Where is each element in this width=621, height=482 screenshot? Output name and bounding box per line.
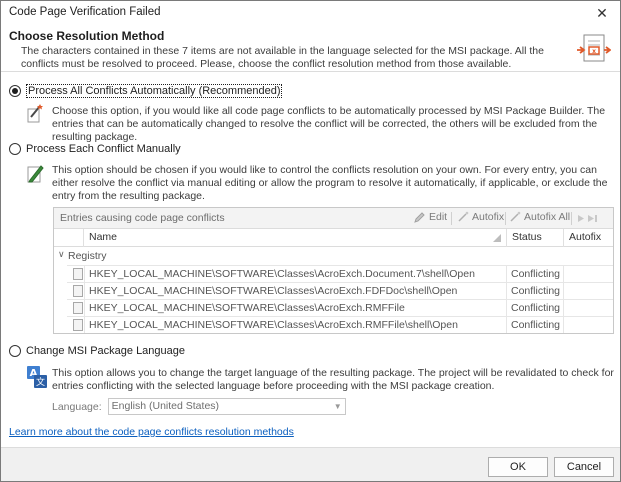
radio-manual[interactable]: [9, 143, 21, 155]
ok-button[interactable]: OK: [488, 457, 548, 477]
toolbar-divider: [451, 212, 452, 225]
autofix-all-button[interactable]: Autofix All: [509, 211, 570, 223]
option-auto[interactable]: Process All Conflicts Automatically (Rec…: [9, 84, 283, 98]
magic-wand-icon: [27, 104, 43, 123]
row-name: HKEY_LOCAL_MACHINE\SOFTWARE\Classes\Acro…: [84, 266, 507, 282]
table-row[interactable]: HKEY_LOCAL_MACHINE\SOFTWARE\Classes\Acro…: [67, 265, 613, 282]
table-row[interactable]: HKEY_LOCAL_MACHINE\SOFTWARE\Classes\Acro…: [67, 282, 613, 299]
row-autofix[interactable]: [564, 283, 613, 299]
option-auto-label[interactable]: Process All Conflicts Automatically (Rec…: [26, 84, 283, 98]
chevron-down-icon[interactable]: ∨: [58, 249, 65, 260]
autofix-column-header[interactable]: Autofix: [564, 229, 613, 247]
row-autofix[interactable]: [564, 266, 613, 282]
row-status: Conflicting: [507, 300, 564, 316]
language-row: Language: English (United States) ▼: [52, 398, 346, 415]
radio-auto[interactable]: [9, 85, 21, 97]
option-manual-label[interactable]: Process Each Conflict Manually: [26, 143, 181, 155]
name-column-header[interactable]: Name: [84, 229, 507, 247]
toolbar-divider: [505, 212, 506, 225]
autofix-all-icon: [510, 211, 521, 222]
name-column-label: Name: [89, 231, 118, 243]
registry-file-icon: [73, 302, 83, 314]
learn-more-link[interactable]: Learn more about the code page conflicts…: [9, 426, 294, 438]
edit-icon: [414, 212, 425, 223]
row-status: Conflicting: [507, 317, 564, 333]
resize-grip-icon: [493, 234, 501, 242]
group-label: Registry: [68, 250, 107, 262]
row-status: Conflicting: [507, 283, 564, 299]
radio-language[interactable]: [9, 345, 21, 357]
group-row-registry[interactable]: ∨ Registry: [54, 248, 613, 264]
cancel-button[interactable]: Cancel: [554, 457, 614, 477]
option-language-description: This option allows you to change the tar…: [52, 367, 614, 392]
wizard-header: Choose Resolution Method The characters …: [1, 26, 620, 72]
row-name: HKEY_LOCAL_MACHINE\SOFTWARE\Classes\Acro…: [84, 300, 507, 316]
autofix-column-label: Autofix: [569, 231, 602, 243]
dialog-window: Code Page Verification Failed ✕ Choose R…: [0, 0, 621, 482]
row-autofix[interactable]: [564, 300, 613, 316]
close-icon[interactable]: ✕: [590, 3, 614, 23]
translate-icon: A 文: [27, 366, 47, 388]
option-language-label[interactable]: Change MSI Package Language: [26, 345, 185, 357]
option-language[interactable]: Change MSI Package Language: [9, 345, 185, 357]
svg-text:文: 文: [36, 376, 45, 388]
expander-column-header: [54, 229, 84, 247]
navigate-arrows-icon[interactable]: [576, 213, 604, 224]
chevron-down-icon[interactable]: ▼: [334, 399, 342, 414]
grid-header: Name Status Autofix: [54, 229, 613, 247]
registry-file-icon: [73, 319, 83, 331]
status-column-header[interactable]: Status: [507, 229, 564, 247]
autofix-icon: [458, 211, 469, 222]
edit-button[interactable]: Edit: [414, 211, 447, 223]
toolbar-divider: [571, 212, 572, 225]
conflicts-grid: Entries causing code page conflicts Edit…: [53, 207, 614, 334]
row-autofix[interactable]: [564, 317, 613, 333]
table-row[interactable]: HKEY_LOCAL_MACHINE\SOFTWARE\Classes\Acro…: [67, 299, 613, 316]
edit-button-label: Edit: [429, 211, 448, 223]
registry-file-icon: [73, 268, 83, 280]
header-description: The characters contained in these 7 item…: [21, 45, 544, 70]
registry-file-icon: [73, 285, 83, 297]
language-label: Language:: [52, 400, 102, 413]
document-conflict-icon: x: [577, 34, 611, 62]
grid-caption: Entries causing code page conflicts: [60, 212, 225, 224]
grid-toolbar: Entries causing code page conflicts Edit…: [54, 208, 613, 229]
svg-text:x: x: [592, 48, 596, 55]
row-name: HKEY_LOCAL_MACHINE\SOFTWARE\Classes\Acro…: [84, 317, 507, 333]
window-title: Code Page Verification Failed: [9, 6, 161, 18]
option-auto-description: Choose this option, if you would like al…: [52, 105, 606, 143]
language-value: English (United States): [111, 400, 220, 412]
header-title: Choose Resolution Method: [9, 29, 165, 43]
autofix-all-button-label: Autofix All: [524, 211, 571, 223]
dialog-footer: OK Cancel: [1, 447, 620, 481]
row-name: HKEY_LOCAL_MACHINE\SOFTWARE\Classes\Acro…: [84, 283, 507, 299]
autofix-button[interactable]: Autofix: [457, 211, 504, 223]
option-manual-description: This option should be chosen if you woul…: [52, 164, 608, 202]
table-row[interactable]: HKEY_LOCAL_MACHINE\SOFTWARE\Classes\Acro…: [67, 316, 613, 333]
pen-icon: [27, 165, 44, 183]
title-bar: Code Page Verification Failed ✕: [1, 1, 620, 26]
option-manual[interactable]: Process Each Conflict Manually: [9, 143, 181, 155]
status-column-label: Status: [512, 231, 542, 243]
language-select[interactable]: English (United States) ▼: [107, 398, 346, 415]
autofix-button-label: Autofix: [472, 211, 505, 223]
row-status: Conflicting: [507, 266, 564, 282]
